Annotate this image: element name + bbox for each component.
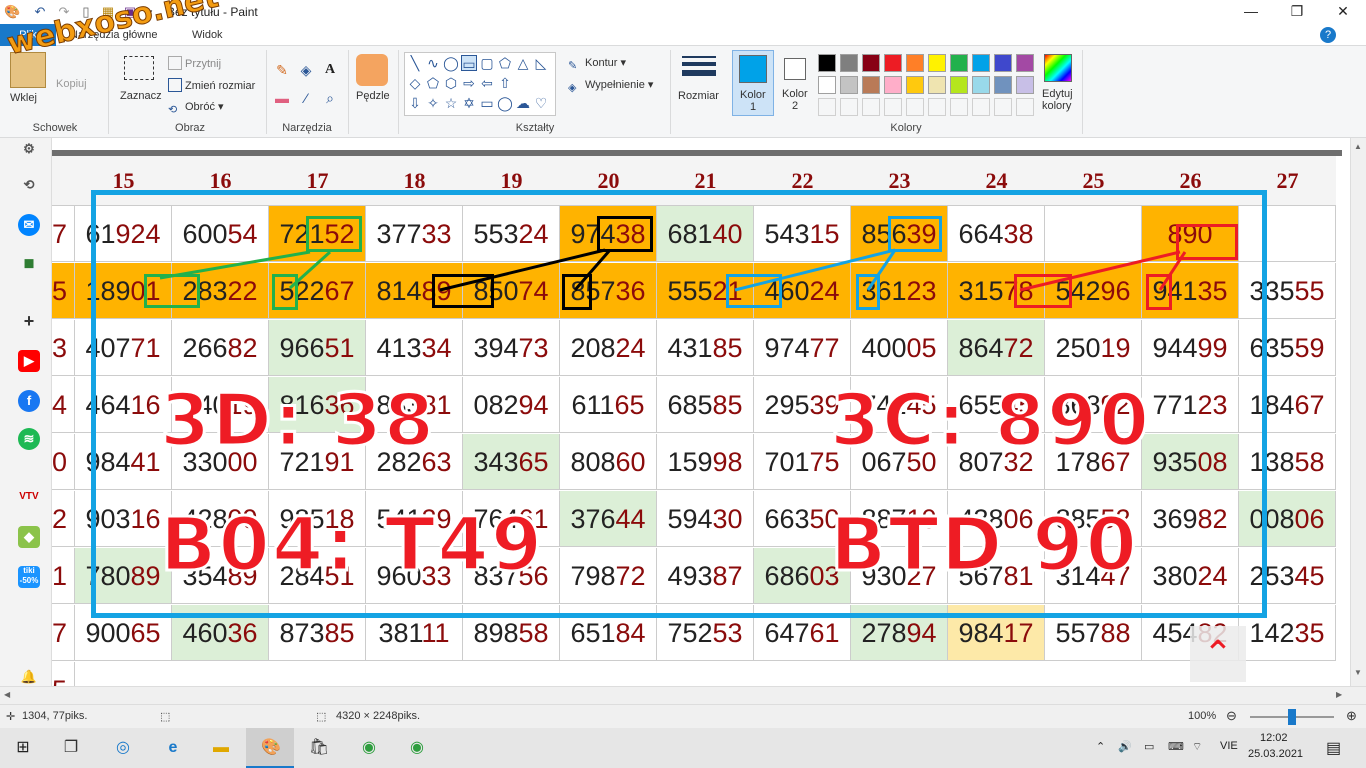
black-box [597,216,653,252]
selection-size-icon: ⬚ [160,711,171,723]
scroll-left-icon[interactable]: ◀ [4,690,10,699]
paint-taskbar-icon[interactable]: 🎨 [258,736,284,760]
status-bar: ✛ 1304, 77piks. ⬚ ⬚ 4320 × 2248piks. 100… [0,704,1366,728]
store-icon[interactable]: 🛍 [306,736,332,760]
input-method-icon[interactable]: ⌨ [1168,740,1184,753]
green-box [272,274,298,310]
battery-icon[interactable]: ▭ [1144,740,1154,753]
tray-chevron-icon[interactable]: ⌃ [1096,740,1105,753]
task-view-icon[interactable]: ❐ [58,736,84,760]
zoom-slider-handle[interactable] [1288,709,1296,725]
vertical-scrollbar[interactable]: ▲ ▼ [1350,138,1366,704]
coc-coc-icon[interactable]: ◉ [356,736,382,760]
overlay-3d: 3D: 38 [159,377,436,464]
blue-box [888,216,942,252]
action-center-icon[interactable]: ▤ [1326,738,1341,758]
zoom-level: 100% [1188,710,1217,722]
scroll-right-icon[interactable]: ▶ [1336,690,1342,699]
green-box [144,274,200,308]
overlay-btd: BTD 90 [828,501,1140,590]
scroll-down-icon[interactable]: ▼ [1354,668,1362,677]
scroll-up-icon[interactable]: ▲ [1354,142,1362,151]
clock-time[interactable]: 12:02 [1260,732,1288,744]
zoom-out-icon[interactable]: ⊖ [1226,708,1237,724]
horizontal-scrollbar[interactable]: ◀ ▶ [0,686,1366,704]
input-language[interactable]: VIE [1220,740,1238,752]
windows-start-icon[interactable]: ⊞ [10,736,36,760]
black-box [432,274,494,308]
red-box [1146,274,1172,310]
scroll-top-button[interactable]: ⌃ [1190,626,1246,682]
black-box [562,274,592,310]
zoom-in-icon[interactable]: ⊕ [1346,708,1357,724]
annotation-lines [159,248,1187,292]
red-box [1014,274,1072,308]
cursor-position: 1304, 77piks. [22,710,88,722]
edge-icon[interactable]: e [160,736,186,760]
network-app-icon[interactable]: ◎ [110,736,136,760]
volume-icon[interactable]: 🔊 [1118,740,1132,753]
image-size-icon: ⬚ [316,711,327,723]
overlay-3c: 3C: 890 [828,377,1152,464]
image-size: 4320 × 2248piks. [336,710,421,722]
green-box [306,216,362,252]
taskbar: ⊞ ❐ ◎ e ▬ 🎨 🛍 ◉ ◉ ⌃ 🔊 ▭ ⌨ ⌔ VIE 12:02 25… [0,728,1366,768]
red-box [1176,224,1238,260]
file-explorer-icon[interactable]: ▬ [208,736,234,760]
blue-box [726,274,782,308]
wifi-icon[interactable]: ⌔ [1192,740,1202,754]
overlay-b04: B04: T49 [158,501,545,590]
clock-date[interactable]: 25.03.2021 [1248,748,1303,760]
blue-box [856,274,880,310]
cursor-position-icon: ✛ [6,711,16,723]
coc-coc-2-icon[interactable]: ◉ [404,736,430,760]
